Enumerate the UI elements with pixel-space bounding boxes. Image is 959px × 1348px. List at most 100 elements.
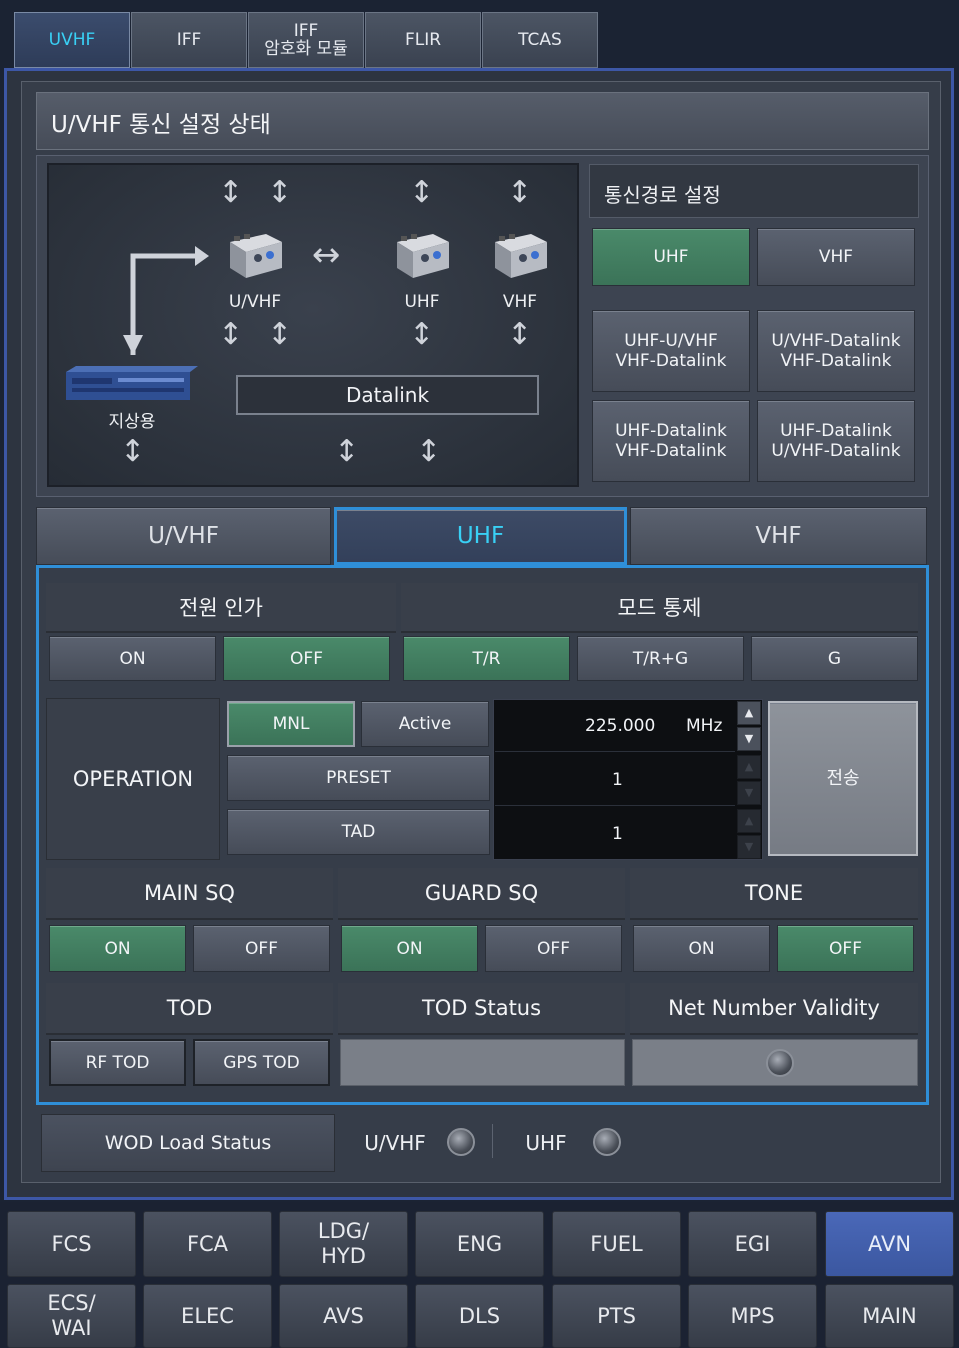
nav-egi-button[interactable]: EGI <box>688 1211 817 1277</box>
datalink-box: Datalink <box>236 375 539 415</box>
rf-tod-button[interactable]: RF TOD <box>49 1039 186 1086</box>
tab-flir-label: FLIR <box>404 30 442 50</box>
frequency-value: 225.000 <box>585 716 656 736</box>
diagram-ground-label: 지상용 <box>108 412 156 432</box>
diagram-vhf-label: VHF <box>502 292 538 312</box>
guard-sq-on-button[interactable]: ON <box>341 925 478 972</box>
tab-tcas[interactable]: TCAS <box>482 12 598 68</box>
tab-uvhf-label: UVHF <box>48 30 96 50</box>
tab-tcas-label: TCAS <box>518 30 562 50</box>
route-uhf-button[interactable]: UHF <box>592 228 750 286</box>
nav-main-button[interactable]: MAIN <box>825 1284 954 1348</box>
page-title-bar: U/VHF 통신 설정 상태 <box>36 92 929 150</box>
main-sq-off-button[interactable]: OFF <box>193 925 330 972</box>
power-off-button[interactable]: OFF <box>223 636 390 681</box>
page-title: U/VHF 통신 설정 상태 <box>51 112 271 138</box>
tone-on-button[interactable]: ON <box>633 925 770 972</box>
freq-down-button[interactable]: ▼ <box>737 727 761 751</box>
tad-value-field[interactable]: 1 <box>495 808 735 858</box>
nav-ecs-wai-button[interactable]: ECS/ WAI <box>7 1284 136 1348</box>
diagram-uhf-label: UHF <box>404 292 440 312</box>
send-button[interactable]: 전송 <box>768 701 918 856</box>
mnl-button[interactable]: MNL <box>227 701 355 747</box>
tone-header: TONE <box>630 868 918 920</box>
radio-tab-vhf[interactable]: VHF <box>630 507 927 565</box>
mode-tr-button[interactable]: T/R <box>403 636 570 681</box>
updown-arrow-icon: ↕ <box>120 434 146 469</box>
freq-up-button[interactable]: ▲ <box>737 701 761 725</box>
route-option-2-button[interactable]: U/VHF-Datalink VHF-Datalink <box>757 310 915 392</box>
radio-tab-uhf[interactable]: UHF <box>334 507 627 565</box>
triangle-up-icon: ▲ <box>744 814 754 827</box>
nav-eng-button[interactable]: ENG <box>415 1211 544 1277</box>
nav-elec-label: ELEC <box>181 1303 234 1328</box>
preset-up-button[interactable]: ▲ <box>737 755 761 779</box>
nav-ldg-hyd-button[interactable]: LDG/ HYD <box>279 1211 408 1277</box>
mode-g-button[interactable]: G <box>751 636 918 681</box>
nav-pts-button[interactable]: PTS <box>552 1284 681 1348</box>
preset-value-field[interactable]: 1 <box>495 754 735 806</box>
preset-value: 1 <box>612 770 623 790</box>
wod-uhf-label: UHF <box>525 1131 567 1155</box>
nav-fca-button[interactable]: FCA <box>143 1211 272 1277</box>
route-option-3-button[interactable]: UHF-Datalink VHF-Datalink <box>592 400 750 482</box>
updown-arrow-icon: ↕ <box>334 434 360 469</box>
nav-fuel-button[interactable]: FUEL <box>552 1211 681 1277</box>
nav-main-label: MAIN <box>862 1303 917 1328</box>
route-option-4-button[interactable]: UHF-Datalink U/VHF-Datalink <box>757 400 915 482</box>
updown-arrow-icon: ↕ <box>409 175 435 210</box>
wod-uhf-indicator-icon <box>593 1128 621 1156</box>
tab-flir[interactable]: FLIR <box>365 12 481 68</box>
route-vhf-button[interactable]: VHF <box>757 228 915 286</box>
tab-iff-label: IFF <box>176 30 202 50</box>
guard-sq-header: GUARD SQ <box>338 868 625 920</box>
power-on-button[interactable]: ON <box>49 636 216 681</box>
tad-down-button[interactable]: ▼ <box>737 835 761 859</box>
wod-uvhf-label: U/VHF <box>364 1131 426 1155</box>
tab-iff-crypto-label-2: 암호화 모듈 <box>264 39 348 59</box>
updown-arrow-icon: ↕ <box>507 317 533 352</box>
gps-tod-button[interactable]: GPS TOD <box>193 1039 330 1086</box>
tone-off-button[interactable]: OFF <box>777 925 914 972</box>
tab-iff-crypto[interactable]: IFF 암호화 모듈 <box>248 12 364 68</box>
route-option-3-line1: UHF-Datalink <box>615 421 727 441</box>
nav-dls-label: DLS <box>458 1303 501 1328</box>
nav-fcs-button[interactable]: FCS <box>7 1211 136 1277</box>
tod-status-header: TOD Status <box>338 983 625 1035</box>
guard-sq-off-button[interactable]: OFF <box>485 925 622 972</box>
radio-device-icon <box>495 234 547 278</box>
updown-arrow-icon: ↕ <box>267 175 293 210</box>
route-option-1-button[interactable]: UHF-U/VHF VHF-Datalink <box>592 310 750 392</box>
nav-avn-button[interactable]: AVN <box>825 1211 954 1277</box>
tab-uvhf[interactable]: UVHF <box>14 12 130 68</box>
operation-label-box: OPERATION <box>46 698 220 860</box>
nav-fuel-label: FUEL <box>590 1231 643 1256</box>
radio-device-icon <box>397 234 449 278</box>
route-option-1-line2: VHF-Datalink <box>615 351 727 371</box>
nav-mps-button[interactable]: MPS <box>688 1284 817 1348</box>
nav-elec-button[interactable]: ELEC <box>143 1284 272 1348</box>
tab-iff[interactable]: IFF <box>131 12 247 68</box>
route-header: 통신경로 설정 <box>589 164 919 218</box>
preset-button[interactable]: PRESET <box>227 755 490 801</box>
mode-trg-button[interactable]: T/R+G <box>577 636 744 681</box>
route-option-4-line1: UHF-Datalink <box>780 421 892 441</box>
triangle-up-icon: ▲ <box>744 706 754 719</box>
frequency-field[interactable]: 225.000 MHz <box>495 701 735 752</box>
nav-dls-button[interactable]: DLS <box>415 1284 544 1348</box>
nav-avs-label: AVS <box>323 1303 364 1328</box>
tad-button[interactable]: TAD <box>227 809 490 855</box>
wod-uvhf-indicator-icon <box>447 1128 475 1156</box>
route-option-4-line2: U/VHF-Datalink <box>771 441 901 461</box>
triangle-down-icon: ▼ <box>744 840 754 853</box>
ground-station-icon <box>66 366 198 400</box>
frequency-unit: MHz <box>686 716 723 736</box>
active-button[interactable]: Active <box>361 701 489 747</box>
radio-tab-uvhf[interactable]: U/VHF <box>36 507 331 565</box>
tad-up-button[interactable]: ▲ <box>737 809 761 833</box>
main-sq-on-button[interactable]: ON <box>49 925 186 972</box>
tad-value: 1 <box>612 824 623 844</box>
preset-down-button[interactable]: ▼ <box>737 781 761 805</box>
nav-avs-button[interactable]: AVS <box>279 1284 408 1348</box>
updown-arrow-icon: ↕ <box>416 434 442 469</box>
